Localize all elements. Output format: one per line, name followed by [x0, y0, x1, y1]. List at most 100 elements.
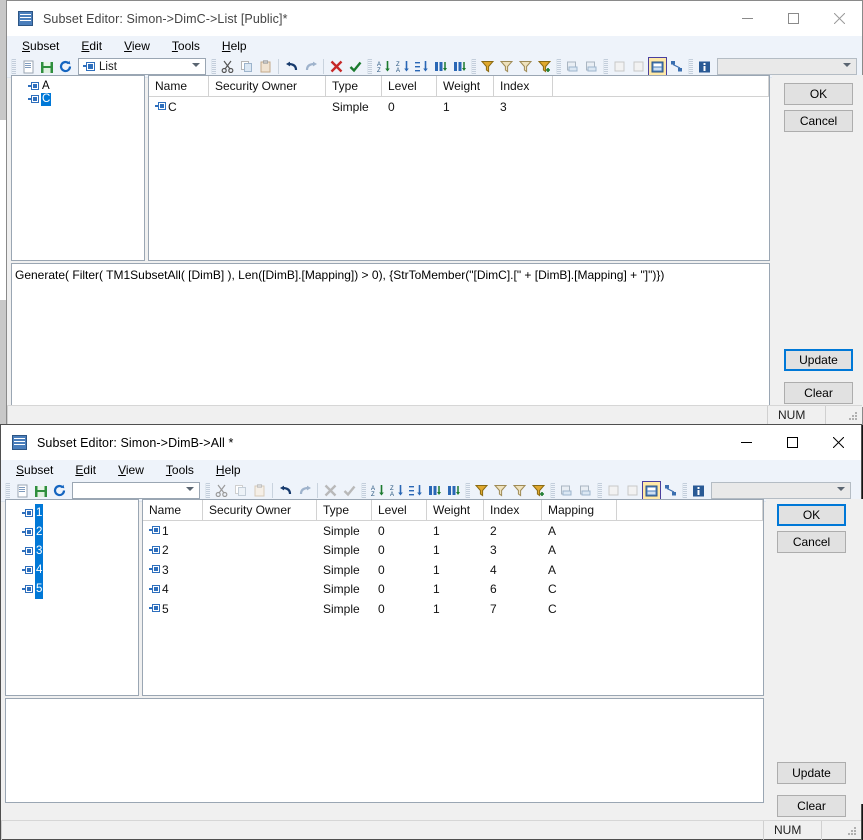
alias-select-combo-2[interactable]: [711, 482, 851, 499]
window-controls-2[interactable]: [723, 425, 861, 460]
filter-advanced-icon[interactable]: [535, 57, 554, 76]
cell-index[interactable]: 6: [484, 582, 542, 596]
member-tree-list-2[interactable]: 1 2 3 4 5: [6, 500, 138, 599]
toolbar-grip-4[interactable]: [465, 483, 470, 498]
cell-mapping[interactable]: C: [542, 602, 617, 616]
column-header-security-owner[interactable]: Security Owner: [209, 76, 326, 96]
new-subset-icon[interactable]: [12, 481, 31, 500]
toolbar-grip[interactable]: [5, 483, 10, 498]
cell-weight[interactable]: 1: [437, 100, 494, 114]
window-controls[interactable]: [724, 1, 862, 36]
paste-icon[interactable]: [250, 481, 269, 500]
cell-name[interactable]: 3: [143, 563, 203, 577]
tree-item[interactable]: 3: [6, 542, 138, 561]
tree-item[interactable]: 2: [6, 523, 138, 542]
menu-view[interactable]: View: [107, 461, 155, 480]
cell-level[interactable]: 0: [382, 100, 437, 114]
cell-mapping[interactable]: A: [542, 524, 617, 538]
column-header-name[interactable]: Name: [149, 76, 209, 96]
tree-item[interactable]: 5: [6, 580, 138, 599]
column-header-type[interactable]: Type: [317, 500, 372, 520]
sort-hierarchy-icon[interactable]: [431, 57, 450, 76]
column-header-security-owner[interactable]: Security Owner: [203, 500, 317, 520]
alias-select-combo[interactable]: [717, 58, 857, 75]
column-header-weight[interactable]: Weight: [427, 500, 484, 520]
filter-top-icon[interactable]: [497, 57, 516, 76]
titlebar-2[interactable]: Subset Editor: Simon->DimB->All *: [1, 425, 861, 460]
delete-icon[interactable]: [327, 57, 346, 76]
tree-item[interactable]: A: [12, 80, 144, 93]
maximize-icon[interactable]: [769, 425, 815, 460]
minimize-icon[interactable]: [723, 425, 769, 460]
cell-weight[interactable]: 1: [427, 602, 484, 616]
expression-editor-2[interactable]: [5, 698, 764, 803]
column-header-mapping[interactable]: Mapping: [542, 500, 617, 520]
menubar[interactable]: Subset Edit View Tools Help: [7, 36, 862, 56]
new-subset-icon[interactable]: [18, 57, 37, 76]
chevron-down-icon[interactable]: [186, 487, 194, 491]
cell-mapping[interactable]: A: [542, 563, 617, 577]
cell-name[interactable]: 4: [143, 582, 203, 596]
cell-type[interactable]: Simple: [317, 582, 372, 596]
refresh-icon[interactable]: [56, 57, 75, 76]
redo-icon[interactable]: [295, 481, 314, 500]
chevron-down-icon[interactable]: [192, 63, 200, 67]
cell-name[interactable]: 1: [143, 524, 203, 538]
resize-grip[interactable]: [847, 410, 859, 422]
expand-icon[interactable]: [610, 57, 629, 76]
cell-index[interactable]: 2: [484, 524, 542, 538]
column-header-weight[interactable]: Weight: [437, 76, 494, 96]
cell-index[interactable]: 7: [484, 602, 542, 616]
toolbar-grip-5[interactable]: [556, 59, 561, 74]
toolbar-grip-5[interactable]: [550, 483, 555, 498]
sort-hierarchy-icon[interactable]: [425, 481, 444, 500]
clear-button[interactable]: Clear: [777, 795, 846, 817]
cell-index[interactable]: 3: [484, 543, 542, 557]
members-grid[interactable]: Name Security Owner Type Level Weight In…: [148, 75, 770, 261]
sort-level-icon[interactable]: [450, 57, 469, 76]
menu-view[interactable]: View: [113, 37, 161, 56]
minimize-icon[interactable]: [724, 1, 770, 36]
filter-bottom-icon[interactable]: [516, 57, 535, 76]
grid-body-2[interactable]: 1 Simple 0 1 2 A 2 Simple 0 1 3 A 3 Simple 0 1 4 A 4 Simple…: [143, 521, 763, 619]
close-icon[interactable]: [816, 1, 862, 36]
sort-descending-icon[interactable]: ZA: [393, 57, 412, 76]
toolbar-grip-2[interactable]: [205, 483, 210, 498]
menu-help[interactable]: Help: [205, 461, 252, 480]
subset-name-combo[interactable]: List: [78, 58, 206, 75]
chevron-down-icon-2[interactable]: [837, 487, 845, 491]
cell-level[interactable]: 0: [372, 524, 427, 538]
menubar-2[interactable]: Subset Edit View Tools Help: [1, 460, 861, 480]
filter-advanced-icon[interactable]: [529, 481, 548, 500]
column-header-type[interactable]: Type: [326, 76, 382, 96]
cell-type[interactable]: Simple: [317, 602, 372, 616]
cell-type[interactable]: Simple: [317, 543, 372, 557]
delete-icon[interactable]: [321, 481, 340, 500]
save-icon[interactable]: [31, 481, 50, 500]
tree-item[interactable]: 1: [6, 504, 138, 523]
cell-name[interactable]: C: [149, 100, 209, 114]
column-header-level[interactable]: Level: [372, 500, 427, 520]
cell-type[interactable]: Simple: [326, 100, 382, 114]
alias-icon[interactable]: [642, 481, 661, 500]
ok-button[interactable]: OK: [784, 83, 853, 105]
drill-up-icon[interactable]: [582, 57, 601, 76]
column-header-index[interactable]: Index: [484, 500, 542, 520]
info-icon[interactable]: [695, 57, 714, 76]
copy-icon[interactable]: [231, 481, 250, 500]
table-row[interactable]: C Simple 0 1 3: [149, 97, 769, 117]
menu-edit[interactable]: Edit: [64, 461, 107, 480]
column-header-level[interactable]: Level: [382, 76, 437, 96]
confirm-icon[interactable]: [346, 57, 365, 76]
info-icon[interactable]: [689, 481, 708, 500]
toolbar-grip-4[interactable]: [471, 59, 476, 74]
cell-level[interactable]: 0: [372, 582, 427, 596]
cell-level[interactable]: 0: [372, 563, 427, 577]
sort-index-icon[interactable]: [412, 57, 431, 76]
toolbar-grip-6[interactable]: [597, 483, 602, 498]
chevron-down-icon-2[interactable]: [843, 63, 851, 67]
toolbar-grip[interactable]: [11, 59, 16, 74]
menu-subset[interactable]: Subset: [5, 461, 64, 480]
column-header-index[interactable]: Index: [494, 76, 553, 96]
table-row[interactable]: 5 Simple 0 1 7 C: [143, 599, 763, 619]
